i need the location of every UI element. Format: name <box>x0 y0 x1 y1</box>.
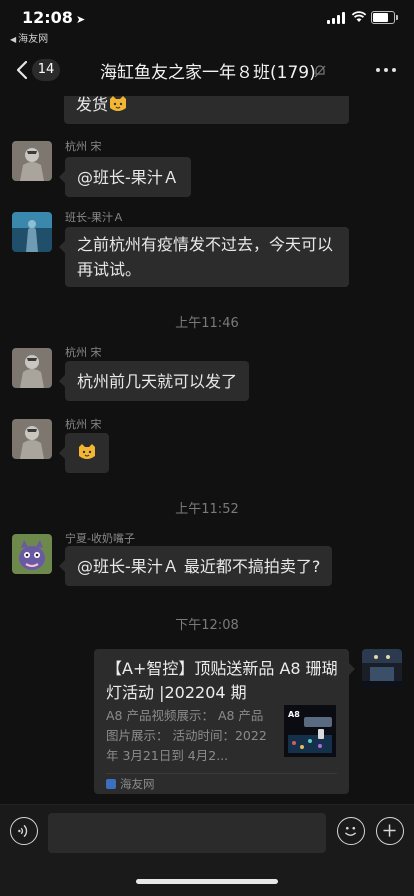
sender-name: 班长-果汁Ａ <box>65 211 124 224</box>
message-bubble[interactable]: 发货 <box>64 96 349 124</box>
avatar[interactable] <box>12 141 52 181</box>
avatar[interactable] <box>12 419 52 459</box>
message-input[interactable] <box>48 813 326 853</box>
unread-count-badge[interactable]: 14 <box>32 59 60 81</box>
add-attachment-icon[interactable] <box>376 817 404 845</box>
link-card-thumbnail: A8 <box>284 705 336 757</box>
timestamp: 上午11:52 <box>175 502 239 517</box>
chat-header: 14 海缸鱼友之家一年８班(179) <box>0 44 414 96</box>
avatar[interactable] <box>12 212 52 252</box>
status-time: 12:08 ➤ <box>22 8 86 27</box>
emoji-icon[interactable] <box>337 817 365 845</box>
sender-name: 杭州 宋 <box>65 140 102 153</box>
mute-bell-icon <box>314 65 326 78</box>
battery-icon <box>371 11 398 24</box>
avatar[interactable] <box>12 348 52 388</box>
link-card-divider <box>106 773 337 774</box>
more-options-icon[interactable] <box>376 68 398 73</box>
location-arrow-icon: ➤ <box>75 13 86 26</box>
message-bubble[interactable]: @班长-果汁Ａ 最近都不搞拍卖了? <box>58 546 333 586</box>
timestamp: 下午12:08 <box>175 618 239 633</box>
self-avatar[interactable] <box>362 649 402 689</box>
message-bubble[interactable]: @班长-果汁Ａ <box>59 157 191 197</box>
chat-title: 海缸鱼友之家一年８班(179) <box>100 63 316 83</box>
link-card-description: A8 产品视频展示： A8 产品图片展示： 活动时间：2022 年 3月21日到… <box>106 708 267 763</box>
link-card-title: 【A+智控】顶贴送新品 A8 珊瑚灯活动 |202204 期 <box>106 659 338 702</box>
sender-name: 杭州 宋 <box>65 418 102 431</box>
status-bar: 12:08 ➤ ◀ 海友网 <box>0 0 414 45</box>
back-triangle-icon: ◀ <box>10 35 17 44</box>
message-bubble[interactable]: 之前杭州有疫情发不过去，今天可以再试试。 <box>59 227 349 287</box>
back-to-app[interactable]: ◀ 海友网 <box>10 30 48 45</box>
cellular-signal-icon <box>327 12 347 24</box>
sender-name: 宁夏-收奶嘴子 <box>65 532 135 545</box>
wifi-icon <box>351 11 367 22</box>
cat-emoji-icon <box>79 444 95 459</box>
timestamp: 上午11:46 <box>175 316 239 331</box>
avatar[interactable] <box>12 534 52 574</box>
chat-message-list[interactable]: 发货 杭州 宋 @班长-果汁Ａ 班长-果汁Ａ 之前杭州有疫情发不过去，今天可以再… <box>0 96 414 804</box>
link-card[interactable]: 【A+智控】顶贴送新品 A8 珊瑚灯活动 |202204 期 A8 产品视频展示… <box>94 649 355 794</box>
link-card-thumbnail-label: A8 <box>288 710 300 719</box>
sender-name: 杭州 宋 <box>65 346 102 359</box>
cat-emoji-icon <box>110 96 127 111</box>
message-bubble[interactable] <box>59 433 109 473</box>
link-card-source: 海友网 <box>106 776 155 792</box>
source-app-icon <box>106 779 116 789</box>
message-bubble[interactable]: 杭州前几天就可以发了 <box>58 361 250 401</box>
back-arrow-icon[interactable] <box>12 58 34 82</box>
voice-input-icon[interactable] <box>10 817 38 845</box>
home-indicator[interactable] <box>136 879 278 884</box>
